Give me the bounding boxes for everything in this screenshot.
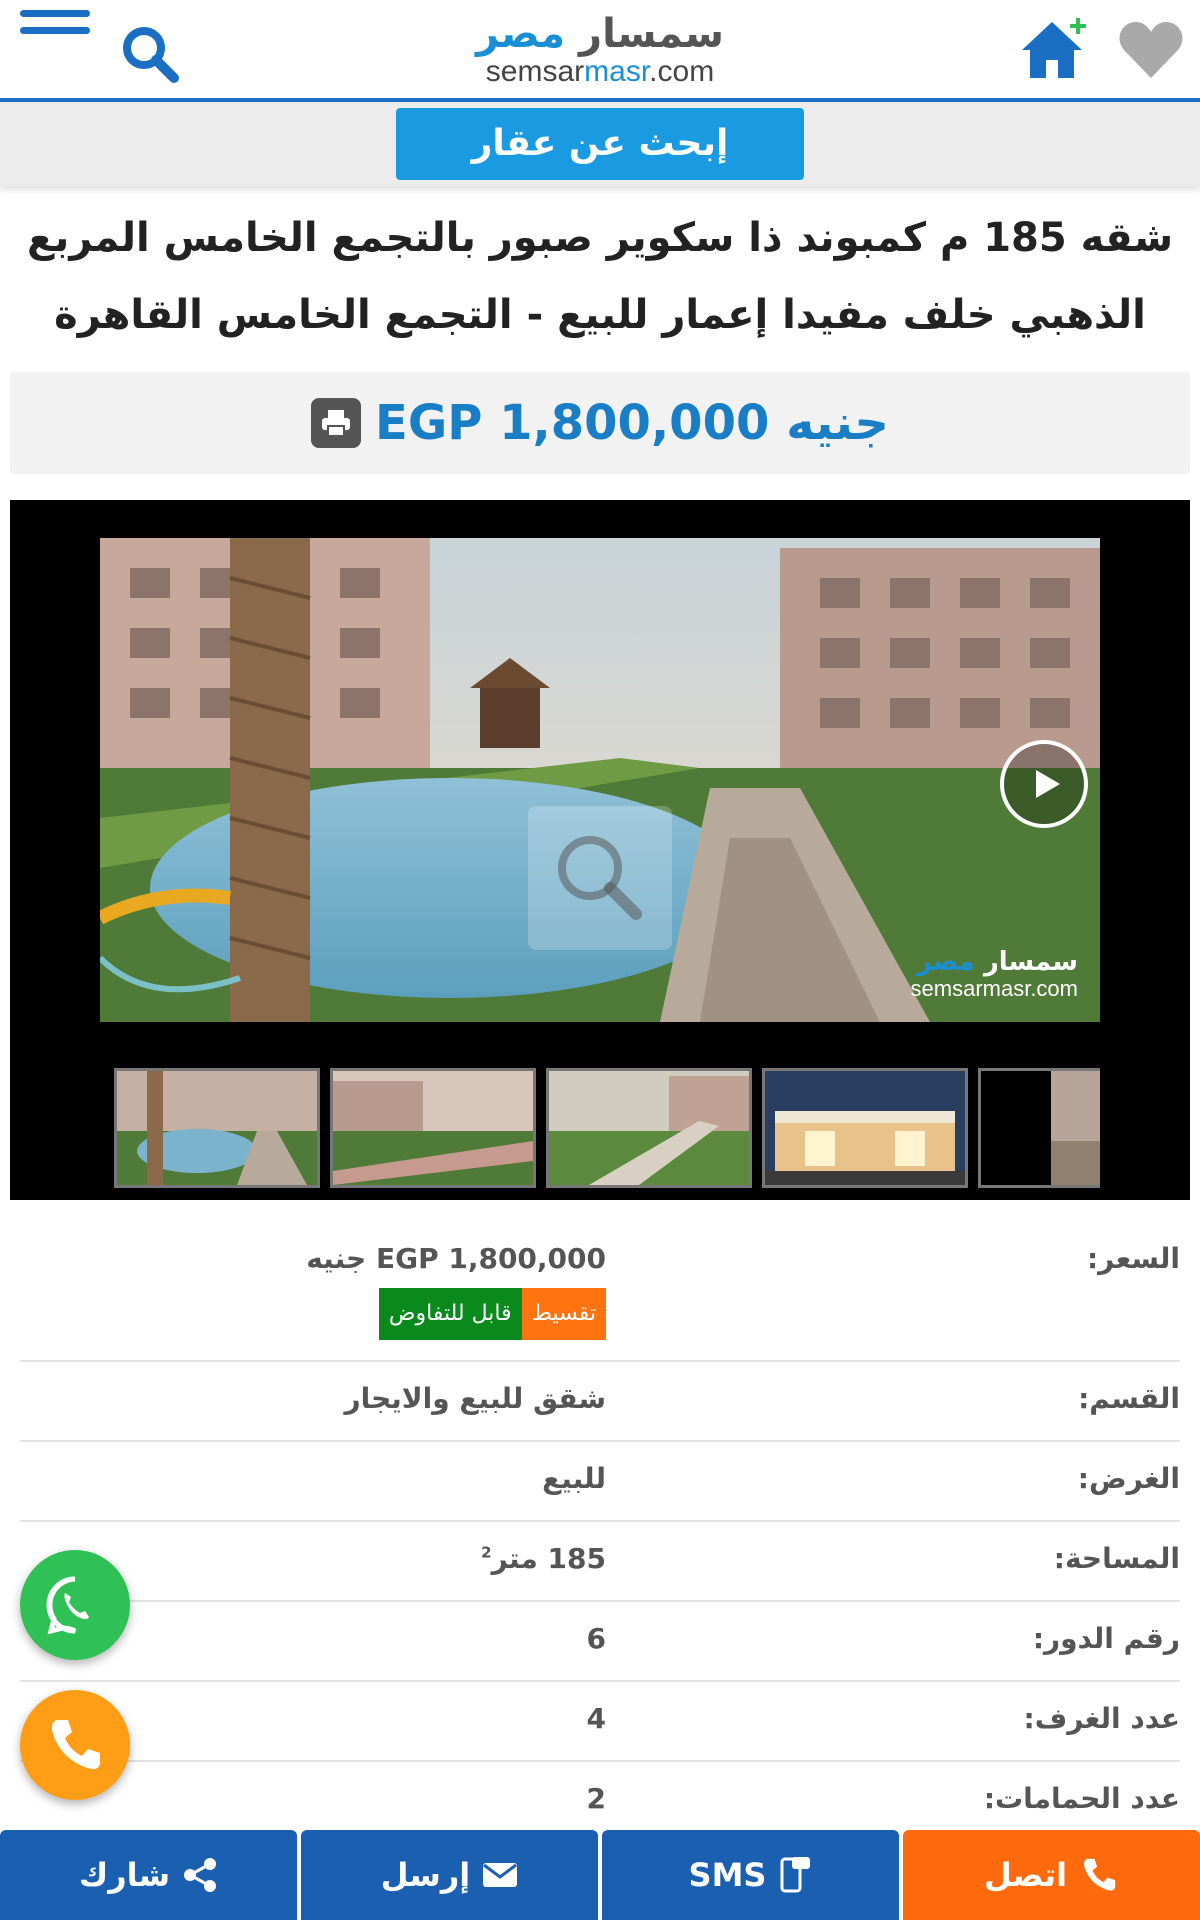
- search-icon[interactable]: [118, 22, 184, 88]
- installment-badge: تقسيط: [521, 1288, 606, 1340]
- detail-row-rooms: عدد الغرف: 4: [20, 1682, 1180, 1762]
- listing-title: شقه 185 م كمبوند ذا سكوير صبور بالتجمع ا…: [26, 215, 1174, 415]
- logo-en-part1: semsar: [485, 55, 585, 88]
- watermark-en: semsarmasr.com: [910, 976, 1078, 1001]
- detail-label: عدد الحمامات:: [983, 1782, 1180, 1815]
- detail-row-area: المساحة: 185 متر2: [20, 1522, 1180, 1602]
- hamburger-menu-icon[interactable]: [20, 10, 90, 44]
- logo-ar-part1: سمسار: [579, 11, 724, 57]
- detail-value: 4: [586, 1702, 606, 1735]
- site-logo[interactable]: سمسار مصر semsarmasr.com: [460, 12, 740, 92]
- thumbnail[interactable]: [114, 1068, 320, 1188]
- detail-value: للبيع: [542, 1462, 606, 1495]
- detail-label: عدد الغرف:: [1023, 1702, 1180, 1735]
- area-unit-sup: 2: [481, 1543, 492, 1562]
- detail-row-category: القسم: شقق للبيع والايجار: [20, 1362, 1180, 1442]
- logo-ar-part2: مصر: [476, 11, 566, 57]
- whatsapp-button[interactable]: [20, 1550, 130, 1660]
- price-box: EGP 1,800,000 جنيه: [10, 372, 1190, 474]
- heart-icon[interactable]: [1116, 20, 1186, 82]
- detail-row-purpose: الغرض: للبيع: [20, 1442, 1180, 1522]
- bottom-action-bar: شارك إرسل SMS اتصل: [0, 1830, 1200, 1920]
- share-label: شارك: [78, 1856, 171, 1894]
- zoom-icon[interactable]: [528, 806, 672, 950]
- search-strip: إبحث عن عقار: [0, 102, 1200, 186]
- mail-icon: [483, 1863, 518, 1887]
- area-value: 185 متر: [491, 1542, 606, 1575]
- search-property-button[interactable]: إبحث عن عقار: [396, 108, 804, 180]
- negotiable-badge: قابل للتفاوض: [378, 1288, 522, 1340]
- watermark-ar-1: سمسار: [983, 947, 1078, 977]
- play-video-icon[interactable]: [1000, 740, 1088, 828]
- call-label: اتصل: [983, 1856, 1068, 1894]
- detail-row-floor: رقم الدور: 6: [20, 1602, 1180, 1682]
- thumbnail[interactable]: [978, 1068, 1100, 1188]
- thumbnail[interactable]: [762, 1068, 968, 1188]
- detail-value: 6: [586, 1622, 606, 1655]
- send-message-button[interactable]: إرسل: [301, 1830, 598, 1920]
- detail-value: 185 متر2: [481, 1542, 606, 1575]
- share-icon: [184, 1858, 217, 1892]
- detail-label: القسم:: [1078, 1382, 1180, 1415]
- call-button[interactable]: اتصل: [903, 1830, 1200, 1920]
- price-label: السعر:: [1086, 1242, 1180, 1275]
- call-float-button[interactable]: [20, 1690, 130, 1800]
- print-icon[interactable]: [311, 398, 362, 448]
- thumbnail-strip: [114, 1068, 1100, 1188]
- send-label: إرسل: [380, 1856, 471, 1894]
- detail-row-price: السعر: EGP 1,800,000 جنيه تقسيط قابل للت…: [20, 1222, 1180, 1362]
- photo-gallery: سمسار مصر semsarmasr.com: [10, 500, 1190, 1200]
- phone-icon: [1084, 1858, 1116, 1891]
- thumbnail[interactable]: [546, 1068, 752, 1188]
- detail-label: الغرض:: [1077, 1462, 1180, 1495]
- sms-button[interactable]: SMS: [602, 1830, 899, 1920]
- property-details: السعر: EGP 1,800,000 جنيه تقسيط قابل للت…: [20, 1222, 1180, 1842]
- top-header: سمسار مصر semsarmasr.com: [0, 0, 1200, 102]
- watermark-ar-2: مصر: [916, 947, 975, 977]
- logo-en-part2: masr: [584, 55, 650, 88]
- logo-en-part3: .com: [649, 55, 715, 88]
- sms-icon: [780, 1857, 811, 1893]
- whatsapp-icon: [46, 1576, 89, 1635]
- detail-value: شقق للبيع والايجار: [344, 1382, 606, 1415]
- share-button[interactable]: شارك: [0, 1830, 297, 1920]
- detail-value: 2: [586, 1782, 606, 1815]
- main-photo[interactable]: سمسار مصر semsarmasr.com: [100, 538, 1100, 1022]
- home-add-icon[interactable]: [1018, 16, 1090, 82]
- phone-icon: [51, 1720, 100, 1770]
- detail-label: رقم الدور:: [1032, 1622, 1180, 1655]
- watermark: سمسار مصر semsarmasr.com: [911, 948, 1078, 1002]
- thumbnail[interactable]: [330, 1068, 536, 1188]
- price-badges: تقسيط قابل للتفاوض: [378, 1288, 606, 1340]
- listing-price: EGP 1,800,000 جنيه: [375, 395, 889, 451]
- detail-label: المساحة:: [1053, 1542, 1180, 1575]
- price-value: EGP 1,800,000 جنيه: [306, 1242, 606, 1275]
- sms-label: SMS: [688, 1856, 767, 1894]
